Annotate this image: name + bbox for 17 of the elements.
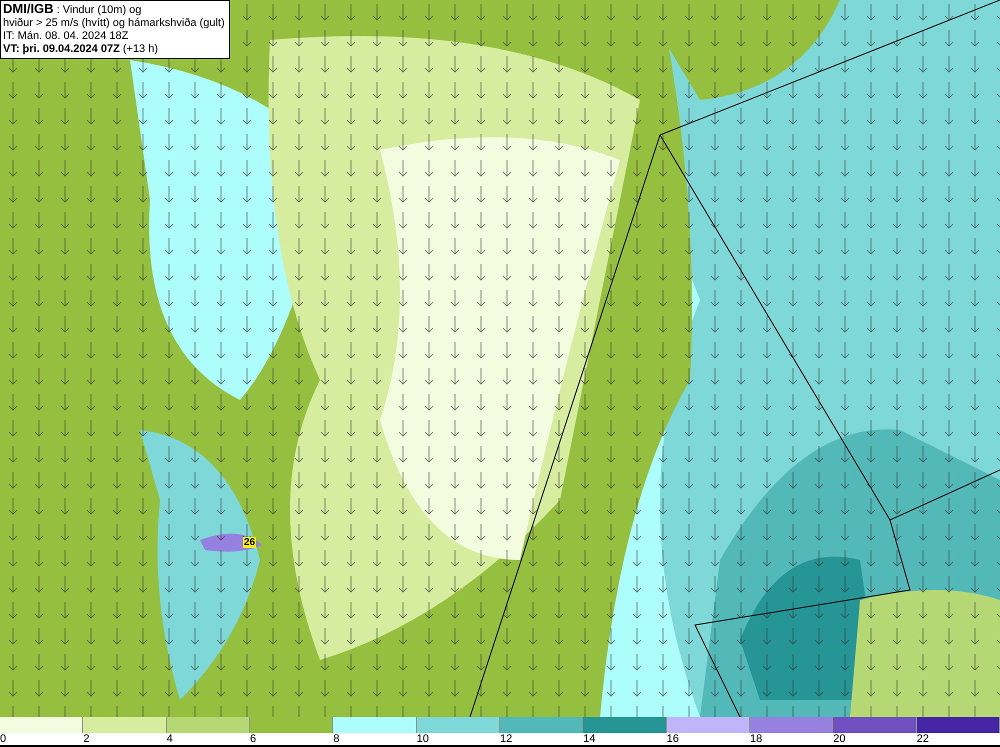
- legend-tick-label: 6: [250, 733, 256, 745]
- legend-tick-label: 8: [333, 733, 340, 745]
- legend-tick-label: 20: [833, 733, 846, 745]
- caption-line: IT: Mán. 08. 04. 2024 18Z: [3, 30, 130, 43]
- legend-tick-label: 12: [500, 733, 512, 745]
- legend-tick-label: 22: [916, 733, 929, 745]
- legend-tick-label: 0: [0, 733, 6, 745]
- gust-label: 26: [243, 537, 256, 548]
- caption-line: DMI/IGB : Vindur (10m) og: [3, 2, 142, 17]
- legend-tick-label: 18: [750, 733, 762, 745]
- legend-tick-label: 16: [666, 733, 679, 745]
- legend-tick-label: 10: [416, 733, 429, 745]
- legend-tick-label: 4: [166, 733, 173, 745]
- legend-tick-label: 2: [83, 733, 90, 745]
- caption-line: hviður > 25 m/s (hvítt) og hámarkshviða (gult): [3, 17, 225, 30]
- caption-line: VT: þri. 09.04.2024 07Z (+13 h): [3, 43, 160, 56]
- legend-tick-label: 14: [583, 733, 596, 745]
